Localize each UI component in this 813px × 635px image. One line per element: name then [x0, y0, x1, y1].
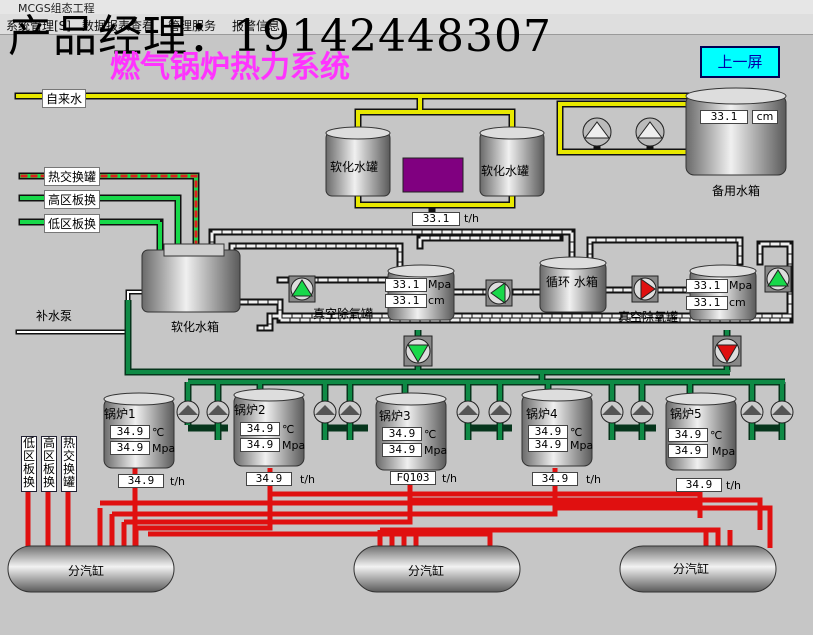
boiler-3-temp-unit: ℃ [424, 428, 437, 441]
vlabel-heat-exchange-tank: 热交换罐 [61, 436, 77, 492]
standby-box-label: 备用水箱 [712, 184, 761, 198]
boiler-1-temp: 34.9 [110, 425, 150, 439]
boiler-4-flow: 34.9 [532, 472, 578, 486]
boiler-5-pressure-unit: Mpa [712, 445, 736, 458]
boiler-3-temp: 34.9 [382, 427, 422, 441]
softener-tank-right-label: 软化水罐 [481, 164, 530, 178]
boiler-4-flow-unit: t/h [586, 473, 601, 486]
vlabel-high-zone-plate: 高区板换 [41, 436, 57, 492]
deaerator-right-pressure-unit: Mpa [729, 279, 753, 292]
low-zone-plate-label: 低区板换 [44, 214, 101, 233]
standby-pump-1 [582, 117, 612, 147]
deaerator-left-pressure-unit: Mpa [428, 278, 452, 291]
standby-level-unit: cm [752, 110, 778, 124]
deaerator-left-level: 33.1 [385, 294, 427, 308]
deaerator-left-level-unit: cm [428, 294, 445, 307]
boiler-2-label: 锅炉2 [234, 403, 266, 417]
boiler-4-pressure-unit: Mpa [570, 439, 594, 452]
deaerator-right-level: 33.1 [686, 296, 728, 310]
deaerator-left-pressure: 33.1 [385, 278, 427, 292]
makeup-pump-label: 补水泵 [36, 309, 73, 323]
deaerator-right-pressure: 33.1 [686, 279, 728, 293]
deaerator-pump-left [288, 275, 316, 303]
boiler-3-label: 锅炉3 [379, 409, 411, 423]
softener-tank-left-label: 软化水罐 [330, 160, 379, 174]
boiler-2-flow-unit: t/h [300, 473, 315, 486]
boiler-2-flow: 34.9 [246, 472, 292, 486]
standby-pump-2 [635, 117, 665, 147]
boiler-1-label: 锅炉1 [104, 407, 136, 421]
boiler-3-pressure: 34.9 [382, 443, 422, 457]
deaerator-pump-right [764, 265, 792, 293]
boiler-3-flow-unit: t/h [442, 472, 457, 485]
boiler-1-flow: 34.9 [118, 474, 164, 488]
prev-screen-button[interactable]: 上一屏 [700, 46, 780, 78]
boiler-1-pressure-unit: Mpa [152, 442, 176, 455]
heat-exchange-tank-label: 热交换罐 [44, 167, 101, 186]
boiler-5-flow: 34.9 [676, 478, 722, 492]
boiler-1-temp-unit: ℃ [152, 426, 165, 439]
softener-flow-value: 33.1 [412, 212, 460, 226]
boiler-4-temp: 34.9 [528, 425, 568, 439]
boiler-3-flow: FQ103 [390, 471, 436, 485]
boiler-2-temp: 34.9 [240, 422, 280, 436]
boiler-5-flow-unit: t/h [726, 479, 741, 492]
header-1-label: 分汽缸 [68, 564, 105, 578]
boiler-1-pressure: 34.9 [110, 441, 150, 455]
vlabel-low-zone-plate: 低区板换 [21, 436, 37, 492]
boiler-3-pressure-unit: Mpa [424, 444, 448, 457]
circulation-box-label: 循环 水箱 [546, 275, 598, 289]
header-2-label: 分汽缸 [408, 564, 445, 578]
circ-pump-left [485, 279, 513, 307]
boiler-4-label: 锅炉4 [526, 407, 558, 421]
circ-pump-right [631, 275, 659, 303]
boiler-2-pressure: 34.9 [240, 438, 280, 452]
process-diagram [7, 87, 794, 593]
page-title: 燃气锅炉热力系统 [110, 50, 350, 85]
standby-level-value: 33.1 [700, 110, 748, 124]
boiler-4-temp-unit: ℃ [570, 426, 583, 439]
feed-pump-red [712, 335, 742, 367]
boiler-5-label: 锅炉5 [670, 407, 702, 421]
high-zone-plate-label: 高区板换 [44, 190, 101, 209]
deaerator-right-label: 真空除氧罐 [618, 310, 679, 324]
feed-pump-green [403, 335, 433, 367]
deaerator-right-level-unit: cm [729, 296, 746, 309]
boiler-2-pressure-unit: Mpa [282, 439, 306, 452]
deaerator-left-label: 真空除氧罐 [313, 307, 374, 321]
boiler-5-temp-unit: ℃ [710, 429, 723, 442]
boiler-5-temp: 34.9 [668, 428, 708, 442]
boiler-2-temp-unit: ℃ [282, 423, 295, 436]
boiler-5-pressure: 34.9 [668, 444, 708, 458]
soft-water-box-label: 软化水箱 [171, 320, 220, 334]
tap-water-label: 自来水 [42, 89, 87, 108]
boiler-4-pressure: 34.9 [528, 438, 568, 452]
softener-flow-unit: t/h [464, 212, 479, 225]
header-3-label: 分汽缸 [673, 562, 710, 576]
boiler-1-flow-unit: t/h [170, 475, 185, 488]
